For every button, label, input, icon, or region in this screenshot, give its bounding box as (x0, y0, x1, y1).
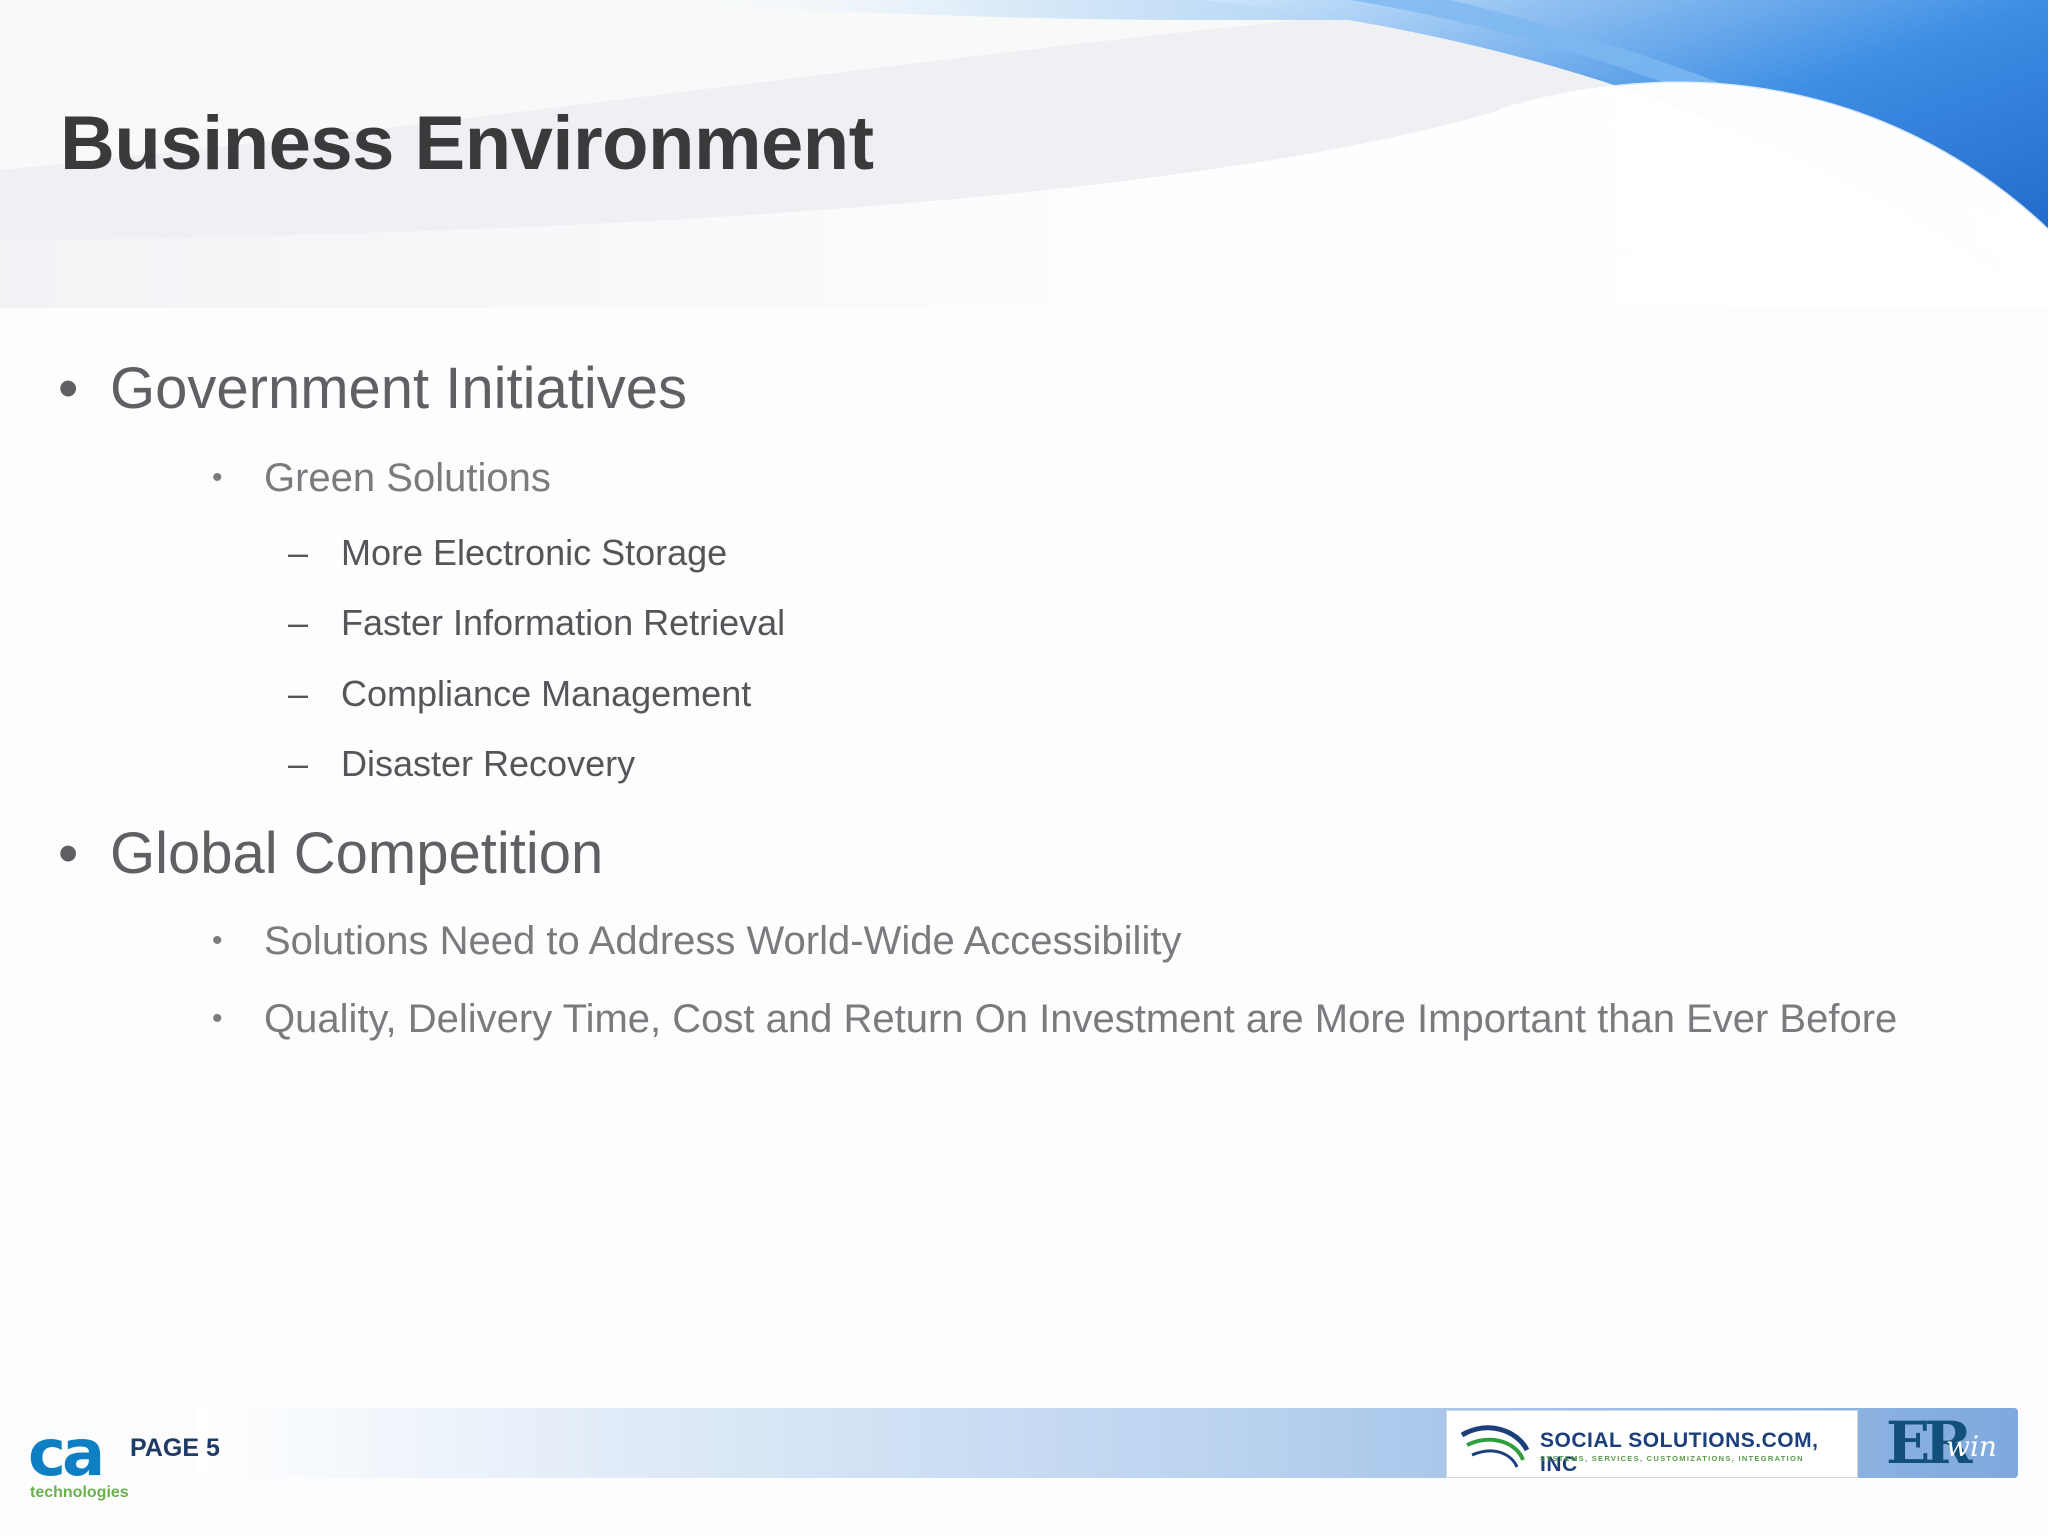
dash-marker: – (288, 673, 309, 714)
bullet-text: Solutions Need to Address World-Wide Acc… (264, 919, 1182, 963)
ca-logo-mark: ca (28, 1417, 105, 1491)
subitem-compliance-management: – Compliance Management (288, 673, 751, 715)
bullet-marker: • (212, 461, 223, 494)
subitem-disaster-recovery: – Disaster Recovery (288, 743, 635, 785)
erwin-logo-script: win (1946, 1430, 1997, 1463)
subitem-text: Faster Information Retrieval (341, 602, 786, 643)
subitem-electronic-storage: – More Electronic Storage (288, 532, 727, 574)
dash-marker: – (288, 532, 309, 573)
erwin-logo: ER win (1882, 1410, 2012, 1476)
header-band: Business Environment (0, 0, 2048, 308)
bullet-quality-delivery-cost: • Quality, Delivery Time, Cost and Return… (212, 997, 1897, 1042)
bullet-marker: • (58, 356, 79, 421)
bullet-marker: • (212, 924, 223, 957)
partner-name: SOCIAL SOLUTIONS.COM, INC (1540, 1429, 1819, 1476)
page-number: PAGE 5 (130, 1434, 220, 1462)
bullet-world-wide-accessibility: • Solutions Need to Address World-Wide Ac… (212, 919, 1181, 964)
swirl-icon (1460, 1425, 1530, 1468)
ca-logo-text: technologies (30, 1484, 129, 1501)
subitem-text: Compliance Management (341, 673, 752, 714)
slide-title: Business Environment (60, 101, 874, 186)
subitem-text: More Electronic Storage (341, 532, 728, 573)
bullet-marker: • (212, 1002, 223, 1035)
bullet-text: Green Solutions (264, 456, 551, 500)
bullet-green-solutions: • Green Solutions (212, 456, 551, 501)
social-solutions-logo: SOCIAL SOLUTIONS.COM, INC SYSTEMS, SERVI… (1446, 1410, 1858, 1478)
bullet-marker: • (58, 821, 79, 886)
bullet-global-competition: • Global Competition (58, 820, 603, 887)
dash-marker: – (288, 602, 309, 643)
bullet-text: Government Initiatives (110, 356, 688, 421)
bullet-text: Global Competition (110, 821, 604, 886)
subitem-text: Disaster Recovery (341, 743, 636, 784)
bullet-government-initiatives: • Government Initiatives (58, 355, 687, 422)
ca-technologies-logo: ca technologies (28, 1417, 129, 1502)
dash-marker: – (288, 743, 309, 784)
subitem-information-retrieval: – Faster Information Retrieval (288, 602, 785, 644)
bullet-text: Quality, Delivery Time, Cost and Return … (264, 997, 1898, 1041)
partner-tagline: SYSTEMS, SERVICES, CUSTOMIZATIONS, INTEG… (1540, 1454, 1804, 1463)
